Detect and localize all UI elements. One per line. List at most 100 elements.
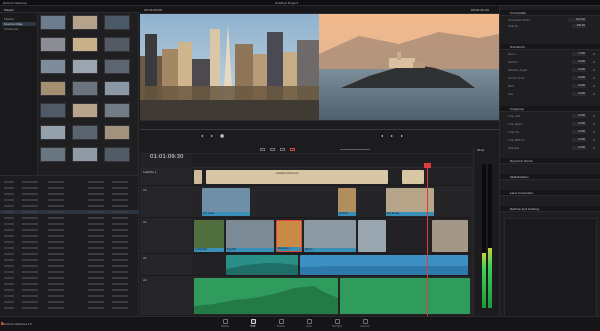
inspector-section-transform[interactable]: Transform: [500, 44, 600, 50]
inspector-row-value[interactable]: 0.000: [572, 92, 586, 96]
snapping-icon[interactable]: [280, 148, 285, 151]
composite-mode-row[interactable]: Composite Mode Normal: [508, 18, 596, 23]
subtitle-clip[interactable]: [402, 170, 424, 184]
metadata-row[interactable]: [0, 276, 139, 280]
page-tab-media[interactable]: Media: [214, 318, 236, 331]
jog-back-icon[interactable]: ◂: [200, 134, 204, 138]
inspector-row[interactable]: Rotation Angle 0.000: [508, 68, 596, 73]
metadata-row[interactable]: [0, 222, 139, 226]
track-header-v1[interactable]: V1: [140, 218, 192, 254]
clip-thumbnail[interactable]: [40, 147, 66, 162]
inspector-row[interactable]: Crop Right 0.000: [508, 122, 596, 127]
clip-thumbnail[interactable]: [104, 37, 130, 52]
inspector-row[interactable]: Position 0.000: [508, 60, 596, 65]
inspector-section-dynamic-zoom[interactable]: Dynamic Zoom: [500, 158, 600, 164]
program-play-icon[interactable]: ▸: [390, 134, 394, 138]
inspector-row-value[interactable]: 0.000: [572, 122, 586, 126]
metadata-row[interactable]: [0, 186, 139, 190]
metadata-row[interactable]: [0, 180, 139, 184]
inspector-row-value[interactable]: 0.000: [572, 76, 586, 80]
inspector-row-value[interactable]: 0.000: [572, 130, 586, 134]
page-tab-edit[interactable]: Edit: [242, 318, 264, 331]
video-clip[interactable]: Marina: [304, 220, 356, 252]
source-viewer[interactable]: [140, 14, 319, 120]
clip-thumbnail[interactable]: [104, 15, 130, 30]
clip-thumbnail[interactable]: [72, 147, 98, 162]
metadata-row[interactable]: [0, 300, 139, 304]
audio-clip[interactable]: [194, 278, 338, 314]
metadata-row[interactable]: [0, 198, 139, 202]
page-tab-fairlight[interactable]: Fairlight: [326, 318, 348, 331]
composite-mode-value[interactable]: Normal: [568, 18, 586, 22]
keyframe-icon[interactable]: [593, 69, 595, 71]
playhead[interactable]: [427, 168, 428, 316]
prev-frame-icon[interactable]: ◂: [380, 134, 384, 138]
video-clip-selected[interactable]: Downtown: [276, 220, 302, 252]
metadata-row[interactable]: [0, 294, 139, 298]
inspector-row-value[interactable]: 0.000: [572, 68, 586, 72]
metadata-row[interactable]: [0, 210, 139, 214]
video-clip[interactable]: City Aerial: [202, 188, 250, 216]
keyframe-icon[interactable]: [593, 131, 595, 133]
metadata-row[interactable]: [0, 264, 139, 268]
blade-tool-icon[interactable]: [270, 148, 275, 151]
inspector-row-value[interactable]: 1.000: [572, 52, 586, 56]
inspector-row-value[interactable]: 0.000: [572, 84, 586, 88]
clip-thumbnail[interactable]: [72, 103, 98, 118]
clip-thumbnail[interactable]: [40, 103, 66, 118]
clip-thumbnail[interactable]: [72, 37, 98, 52]
keyframe-icon[interactable]: [593, 123, 595, 125]
keyframe-icon[interactable]: [593, 115, 595, 117]
clip-thumbnail[interactable]: [104, 81, 130, 96]
page-tab-deliver[interactable]: Deliver: [354, 318, 376, 331]
keyframe-icon[interactable]: [593, 139, 595, 141]
metadata-row[interactable]: [0, 204, 139, 208]
metadata-row[interactable]: [0, 258, 139, 262]
inspector-row[interactable]: Yaw 0.000: [508, 92, 596, 97]
audio-clip[interactable]: [226, 255, 298, 275]
metadata-row[interactable]: [0, 228, 139, 232]
inspector-row[interactable]: Softness 0.000: [508, 146, 596, 151]
page-tab-fusion[interactable]: Fusion: [270, 318, 292, 331]
metadata-row[interactable]: [0, 192, 139, 196]
clip-thumbnail[interactable]: [72, 125, 98, 140]
inspector-row[interactable]: Pitch 0.000: [508, 84, 596, 89]
clip-thumbnail[interactable]: [72, 81, 98, 96]
video-clip[interactable]: [432, 220, 468, 252]
metadata-row[interactable]: [0, 288, 139, 292]
viewer-scrubber[interactable]: [140, 129, 499, 130]
inspector-section-retime[interactable]: Retime and Scaling: [500, 206, 600, 212]
audio-clip[interactable]: [340, 278, 470, 314]
page-tab-color[interactable]: Color: [298, 318, 320, 331]
subtitle-clip[interactable]: subtitle text here: [206, 170, 388, 184]
inspector-section-stabilization[interactable]: Stabilization: [500, 174, 600, 180]
inspector-row-value[interactable]: 0.000: [572, 60, 586, 64]
stop-icon[interactable]: ■: [220, 134, 224, 138]
metadata-row[interactable]: [0, 216, 139, 220]
bin-item-master[interactable]: Master: [4, 17, 14, 21]
inspector-row[interactable]: Crop Top 0.000: [508, 130, 596, 135]
metadata-row[interactable]: [0, 246, 139, 250]
keyframe-icon[interactable]: [593, 77, 595, 79]
inspector-row-value[interactable]: 0.000: [572, 138, 586, 142]
clip-thumbnail[interactable]: [104, 59, 130, 74]
zoom-slider[interactable]: [340, 149, 370, 150]
subtitle-clip[interactable]: [194, 170, 202, 184]
track-header-a1[interactable]: A1: [140, 254, 192, 276]
inspector-section-lens-correction[interactable]: Lens Correction: [500, 190, 600, 196]
clip-thumbnail[interactable]: [40, 37, 66, 52]
track-header-subtitle[interactable]: Subtitle 1: [140, 168, 192, 186]
clip-thumbnail[interactable]: [40, 15, 66, 30]
inspector-row-value[interactable]: 0.000: [572, 114, 586, 118]
clip-thumbnail[interactable]: [104, 103, 130, 118]
clip-thumbnail[interactable]: [104, 147, 130, 162]
keyframe-icon[interactable]: [593, 53, 595, 55]
keyframe-icon[interactable]: [593, 61, 595, 63]
inspector-row-value[interactable]: 0.000: [572, 146, 586, 150]
video-clip[interactable]: Fog Hills: [226, 220, 274, 252]
keyframe-icon[interactable]: [593, 93, 595, 95]
inspector-row[interactable]: Crop Bottom 0.000: [508, 138, 596, 143]
video-clip[interactable]: Sunset Pier: [194, 220, 224, 252]
inspector-section-cropping[interactable]: Cropping: [500, 106, 600, 112]
clip-thumbnail[interactable]: [40, 81, 66, 96]
